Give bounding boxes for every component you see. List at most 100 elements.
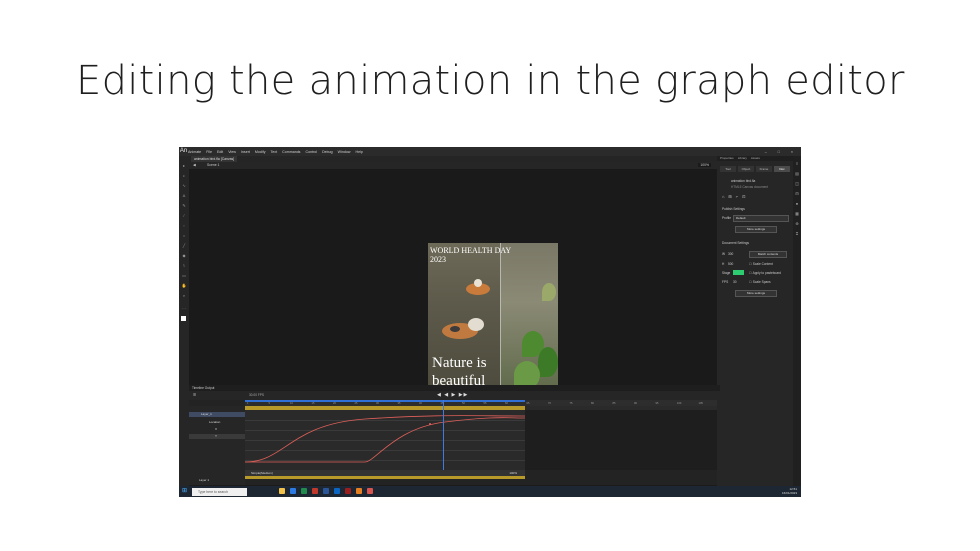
menu-debug[interactable]: Debug <box>322 150 333 154</box>
brush-tool-icon[interactable]: ∕ <box>181 214 187 218</box>
menu-animate[interactable]: Animate <box>188 150 201 154</box>
more-tools-icon[interactable]: … <box>181 306 187 310</box>
graph-group-location[interactable]: Location <box>189 420 245 425</box>
chrome-icon[interactable] <box>367 488 373 494</box>
color-icon[interactable]: ● <box>795 202 799 206</box>
align-icons[interactable]: ⌂⊞⌐⊡ <box>722 194 749 199</box>
scale-content-label: Scale Content <box>752 262 773 266</box>
text-tool-icon[interactable]: A <box>181 194 187 198</box>
oval-tool-icon[interactable]: ○ <box>181 234 187 238</box>
fill-color-swatch[interactable] <box>181 316 186 321</box>
hand-tool-icon[interactable]: ✋ <box>181 284 187 288</box>
tab-assets[interactable]: Assets <box>751 156 760 161</box>
eraser-tool-icon[interactable]: ▭ <box>181 274 187 278</box>
menu-control[interactable]: Control <box>305 150 317 154</box>
doc-type: HTML5 Canvas document <box>731 185 769 189</box>
panel-icon-strip: ≡ ▤ ◫ ⊟ ● ▦ ⊕ ⌗ <box>793 156 801 486</box>
subselection-tool-icon[interactable]: ▹ <box>181 174 187 178</box>
menu-insert[interactable]: Insert <box>241 150 250 154</box>
menu-commands[interactable]: Commands <box>282 150 300 154</box>
height-value[interactable]: 500 <box>728 262 733 266</box>
menu-text[interactable]: Text <box>271 150 278 154</box>
footer-layer[interactable]: Layer 1 <box>189 478 245 483</box>
file-explorer-icon[interactable] <box>279 488 285 494</box>
minimize-icon[interactable]: – <box>765 150 767 154</box>
taskbar-clock[interactable]: 12:51 16/01/2023 <box>782 487 797 495</box>
lasso-tool-icon[interactable]: ∿ <box>181 184 187 188</box>
apply-pasteboard-label: Apply to pasteboard <box>752 271 781 275</box>
paint-bucket-icon[interactable]: ◆ <box>181 254 187 258</box>
properties-icon[interactable]: ≡ <box>795 162 799 166</box>
scene-selector[interactable]: Scene 1 <box>207 163 219 167</box>
subtab-doc[interactable]: Doc <box>774 166 790 172</box>
zoom-tool-icon[interactable]: ⌕ <box>181 294 187 298</box>
scale-content-checkbox[interactable]: ☐ Scale Content <box>749 262 773 266</box>
zoom-dropdown[interactable]: 100% <box>698 163 711 167</box>
pen-tool-icon[interactable]: ✎ <box>181 204 187 208</box>
components-icon[interactable]: ⌗ <box>795 232 799 236</box>
timeline-menu-icon[interactable]: ☰ <box>193 393 196 397</box>
x-curve[interactable] <box>245 415 525 463</box>
eyedropper-icon[interactable]: ⌇ <box>181 264 187 268</box>
fps-label: FPS <box>722 280 729 284</box>
more-settings-button-2[interactable]: More settings <box>735 290 777 297</box>
menu-edit[interactable]: Edit <box>217 150 223 154</box>
tab-library[interactable]: Library <box>738 156 747 161</box>
ruler-tick: 105 <box>698 402 703 405</box>
align-icon[interactable]: ⊟ <box>795 192 799 196</box>
y-curve[interactable] <box>245 417 525 463</box>
more-settings-button-1[interactable]: More settings <box>735 226 777 233</box>
excel-icon[interactable] <box>301 488 307 494</box>
animate-taskbar-icon[interactable] <box>345 488 351 494</box>
stage-canvas[interactable]: WORLD HEALTH DAY 2023 Nature is beautifu… <box>428 243 558 391</box>
playback-controls-icon[interactable]: ◀ ◀ ▶ ▶▶ <box>437 392 468 398</box>
assets-icon[interactable]: ◫ <box>795 182 799 186</box>
fps-value[interactable]: 30 <box>733 280 737 284</box>
windows-taskbar: ⊞ Type here to search 12:51 16/01/2023 <box>179 486 801 497</box>
slide-title: Editing the animation in the graph edito… <box>76 58 905 104</box>
scale-spans-checkbox[interactable]: ☐ Scale Spans <box>749 280 771 284</box>
layer-row[interactable]: Layer_1 <box>189 412 245 417</box>
menu-file[interactable]: File <box>206 150 212 154</box>
menu-view[interactable]: View <box>228 150 236 154</box>
transform-icon[interactable]: ⊕ <box>795 222 799 226</box>
subtab-object[interactable]: Object <box>738 166 754 172</box>
menu-modify[interactable]: Modify <box>255 150 266 154</box>
graph-property-x[interactable]: X <box>189 427 245 432</box>
rectangle-tool-icon[interactable]: ▫ <box>181 224 187 228</box>
powerpoint-icon[interactable] <box>312 488 318 494</box>
line-tool-icon[interactable]: ╱ <box>181 244 187 248</box>
match-contents-button[interactable]: Match contents <box>749 251 787 258</box>
close-icon[interactable]: × <box>791 150 793 154</box>
apply-pasteboard-checkbox[interactable]: ☐ Apply to pasteboard <box>749 271 781 275</box>
graph-property-y[interactable]: Y <box>189 434 245 439</box>
profile-value: Default <box>736 216 746 220</box>
menu-help[interactable]: Help <box>355 150 362 154</box>
back-arrow-icon[interactable]: ◀ <box>193 163 196 167</box>
word-icon[interactable] <box>323 488 329 494</box>
outlook-icon[interactable] <box>334 488 340 494</box>
guide-line <box>500 243 501 391</box>
layers-panel: Layer_1 Location X Y Layer 1 <box>189 406 245 485</box>
leaf-2 <box>538 347 558 377</box>
profile-dropdown[interactable]: Default <box>733 215 789 222</box>
edge-icon[interactable] <box>290 488 296 494</box>
subtab-tool[interactable]: Tool <box>720 166 736 172</box>
duck-lower-head <box>468 318 484 331</box>
tab-properties[interactable]: Properties <box>720 156 734 161</box>
width-value[interactable]: 300 <box>728 252 733 256</box>
menu-window[interactable]: Window <box>338 150 351 154</box>
taskbar-search[interactable]: Type here to search <box>192 487 247 496</box>
maximize-icon[interactable]: □ <box>778 150 780 154</box>
playhead[interactable] <box>443 400 444 476</box>
subtab-frame[interactable]: Frame <box>756 166 772 172</box>
windows-start-icon[interactable]: ⊞ <box>182 488 188 494</box>
swatches-icon[interactable]: ▦ <box>795 212 799 216</box>
library-icon[interactable]: ▤ <box>795 172 799 176</box>
keyframe-point[interactable] <box>429 423 431 425</box>
graph-editor[interactable] <box>245 400 525 476</box>
stage-color-swatch[interactable] <box>733 270 744 275</box>
ruler-tick: 65 <box>526 402 530 405</box>
selection-tool-icon[interactable]: ▸ <box>181 164 187 168</box>
firefox-icon[interactable] <box>356 488 362 494</box>
